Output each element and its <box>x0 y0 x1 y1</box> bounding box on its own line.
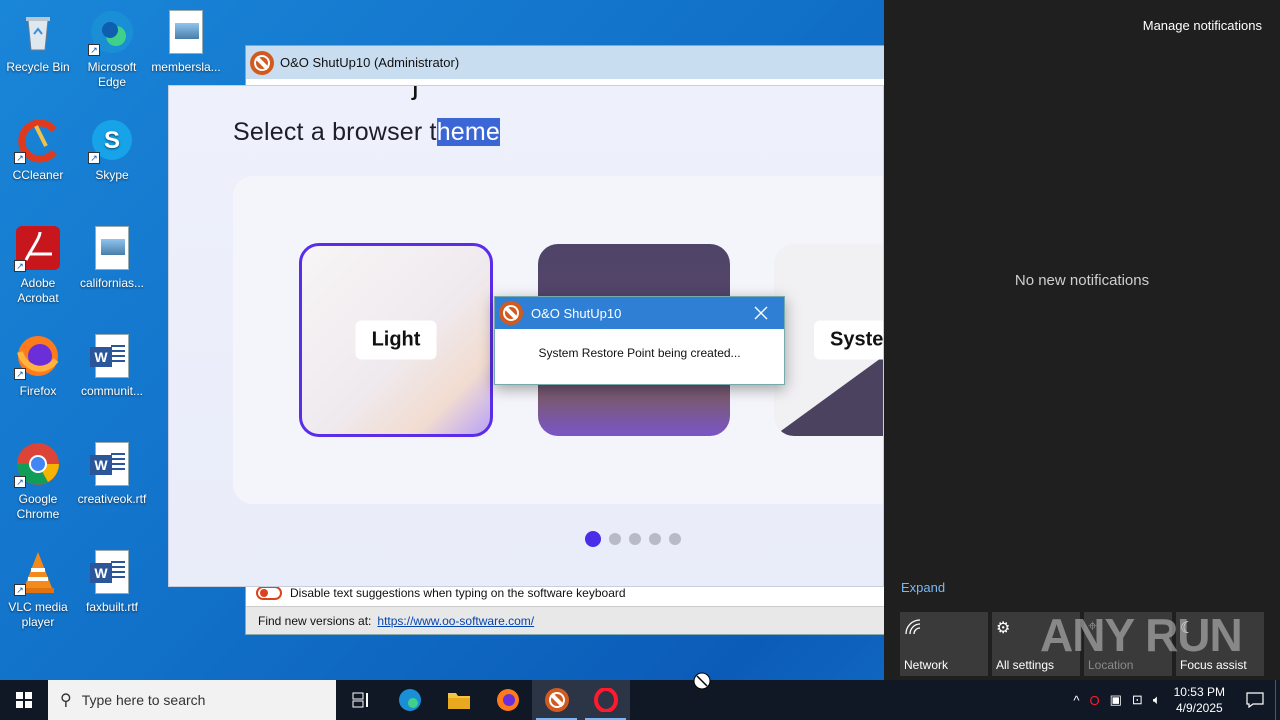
dialog-message: System Restore Point being created... <box>538 346 741 360</box>
pagination-dots <box>585 531 681 547</box>
volume-icon[interactable]: 🔈︎ <box>1153 692 1161 708</box>
theme-label: Syste <box>814 320 883 360</box>
word-file-icon: W <box>90 442 129 486</box>
desktop-icon-vlc[interactable]: ↗ VLC media player <box>0 548 76 630</box>
taskbar: ⚲ Type here to search ^ O ▣ ⊡ 🔈︎ 10:53 P… <box>0 680 1280 720</box>
setting-row-text-suggestions[interactable]: Disable text suggestions when typing on … <box>256 586 626 600</box>
network-tray-icon[interactable]: ⊡ <box>1132 692 1143 708</box>
search-placeholder: Type here to search <box>81 692 206 708</box>
taskbar-edge[interactable] <box>385 680 434 720</box>
search-icon: ⚲ <box>60 692 72 709</box>
svg-text:S: S <box>104 127 120 154</box>
opera-icon <box>593 688 618 712</box>
desktop-icon-communit[interactable]: W communit... <box>74 332 150 399</box>
taskbar-oo-shutup[interactable] <box>532 680 581 720</box>
chevron-up-icon[interactable]: ^ <box>1073 693 1079 708</box>
theme-card-system[interactable]: Syste <box>774 244 883 436</box>
page-dot-4[interactable] <box>649 533 661 545</box>
action-center-button[interactable] <box>1235 680 1275 720</box>
theme-label: Light <box>355 320 437 360</box>
shutup-footer: Find new versions at: https://www.oo-sof… <box>246 606 884 634</box>
restore-point-dialog: O&O ShutUp10 System Restore Point being … <box>494 296 785 385</box>
desktop-icon-ccleaner[interactable]: ↗ CCleaner <box>0 116 76 183</box>
firefox-icon <box>496 689 519 711</box>
taskbar-firefox[interactable] <box>483 680 532 720</box>
edge-icon <box>398 689 421 711</box>
acrobat-icon: ↗ <box>14 224 62 272</box>
opera-tray-icon[interactable]: O <box>1089 693 1099 708</box>
theme-card-light[interactable]: Light <box>299 243 493 437</box>
desktop-icon-creativeok[interactable]: W creativeok.rtf <box>74 440 150 507</box>
manage-notifications-link[interactable]: Manage notifications <box>1143 18 1262 33</box>
desktop-icon-recycle-bin[interactable]: Recycle Bin <box>0 8 76 75</box>
taskbar-search[interactable]: ⚲ Type here to search <box>48 680 336 720</box>
task-view-icon <box>352 692 368 708</box>
ccleaner-icon: ↗ <box>14 116 62 164</box>
desktop-icon-firefox[interactable]: ↗ Firefox <box>0 332 76 399</box>
taskbar-file-explorer[interactable] <box>434 680 483 720</box>
desktop-icon-californias[interactable]: californias... <box>74 224 150 291</box>
dialog-close-button[interactable] <box>738 297 784 329</box>
page-dot-3[interactable] <box>629 533 641 545</box>
setting-label: Disable text suggestions when typing on … <box>290 586 626 600</box>
network-icon <box>904 619 922 640</box>
start-button[interactable] <box>0 680 48 720</box>
gear-icon: ⚙ <box>996 620 1011 637</box>
clock[interactable]: 10:53 PM 4/9/2025 <box>1174 684 1225 716</box>
desktop-icon-adobe-acrobat[interactable]: ↗ Adobe Acrobat <box>0 224 76 306</box>
footer-link[interactable]: https://www.oo-software.com/ <box>377 614 534 628</box>
image-file-icon <box>95 226 129 270</box>
page-dot-5[interactable] <box>669 533 681 545</box>
edge-icon: ↗ <box>88 8 136 56</box>
folder-icon <box>447 693 470 709</box>
expand-link[interactable]: Expand <box>901 580 945 595</box>
firefox-icon: ↗ <box>14 332 62 380</box>
busy-cursor-icon <box>693 672 711 690</box>
oo-shutup-logo-icon <box>499 301 523 325</box>
dialog-title: O&O ShutUp10 <box>531 305 622 321</box>
selected-text: heme <box>436 118 501 146</box>
page-dot-2[interactable] <box>609 533 621 545</box>
quick-action-network[interactable]: Network <box>900 612 988 676</box>
footer-text: Find new versions at: <box>258 613 372 628</box>
desktop-icon-memberslist[interactable]: membersla... <box>148 8 224 75</box>
skype-icon: S ↗ <box>88 116 136 164</box>
notification-icon <box>1246 692 1264 708</box>
word-file-icon: W <box>90 550 129 594</box>
task-view-button[interactable] <box>336 680 385 720</box>
theme-heading: Select a browser theme <box>233 118 501 146</box>
vlc-icon: ↗ <box>14 548 62 596</box>
oo-shutup-logo-icon <box>250 50 274 75</box>
page-dot-1[interactable] <box>585 531 601 547</box>
image-file-icon <box>169 10 203 54</box>
show-desktop-button[interactable] <box>1275 680 1280 720</box>
heading-cropped-glyph: ȷ <box>412 86 419 102</box>
system-tray: ^ O ▣ ⊡ 🔈︎ 10:53 PM 4/9/2025 <box>1068 680 1280 720</box>
anyrun-watermark: ANY RUN <box>1040 609 1243 661</box>
shutup-titlebar[interactable]: O&O ShutUp10 (Administrator) <box>246 46 884 79</box>
device-icon[interactable]: ▣ <box>1110 692 1122 708</box>
word-file-icon: W <box>90 334 129 378</box>
oo-shutup-logo-icon <box>544 688 569 712</box>
windows-icon <box>16 692 32 708</box>
shutup-title: O&O ShutUp10 (Administrator) <box>280 55 460 70</box>
no-notifications-text: No new notifications <box>1014 272 1150 289</box>
action-center: Manage notifications No new notification… <box>884 0 1280 680</box>
taskbar-opera[interactable] <box>581 680 630 720</box>
setting-toggle[interactable] <box>256 586 282 600</box>
chrome-icon: ↗ <box>14 440 62 488</box>
close-icon <box>754 306 768 320</box>
desktop-icon-faxbuilt[interactable]: W faxbuilt.rtf <box>74 548 150 615</box>
desktop-icon-skype[interactable]: S ↗ Skype <box>74 116 150 183</box>
desktop-icon-chrome[interactable]: ↗ Google Chrome <box>0 440 76 522</box>
desktop-icon-edge[interactable]: ↗ Microsoft Edge <box>74 8 150 90</box>
recycle-bin-icon <box>14 8 62 56</box>
dialog-titlebar[interactable]: O&O ShutUp10 <box>495 297 784 329</box>
